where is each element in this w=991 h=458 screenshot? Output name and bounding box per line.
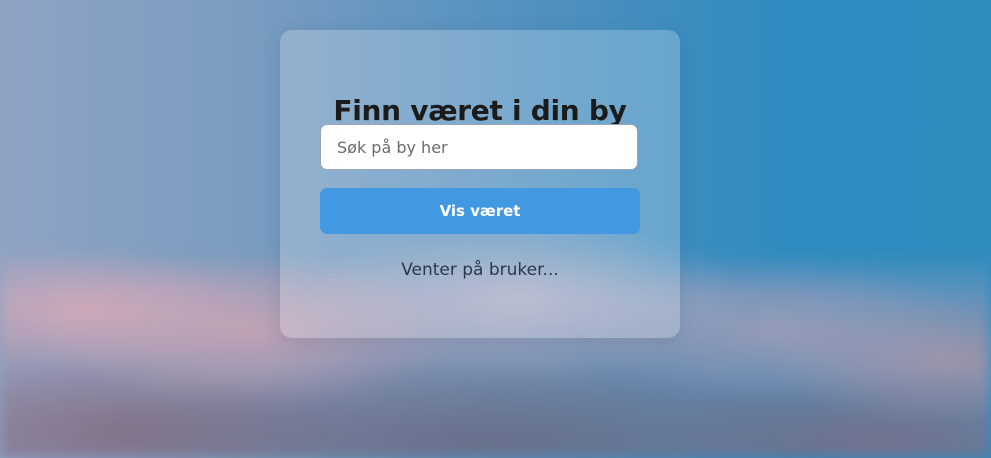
status-text: Venter på bruker...: [401, 260, 559, 280]
weather-search-card: Finn været i din by Vis været Venter på …: [280, 30, 680, 338]
city-search-input[interactable]: [320, 124, 638, 170]
page-title: Finn været i din by: [333, 94, 627, 127]
show-weather-button[interactable]: Vis været: [320, 188, 640, 234]
